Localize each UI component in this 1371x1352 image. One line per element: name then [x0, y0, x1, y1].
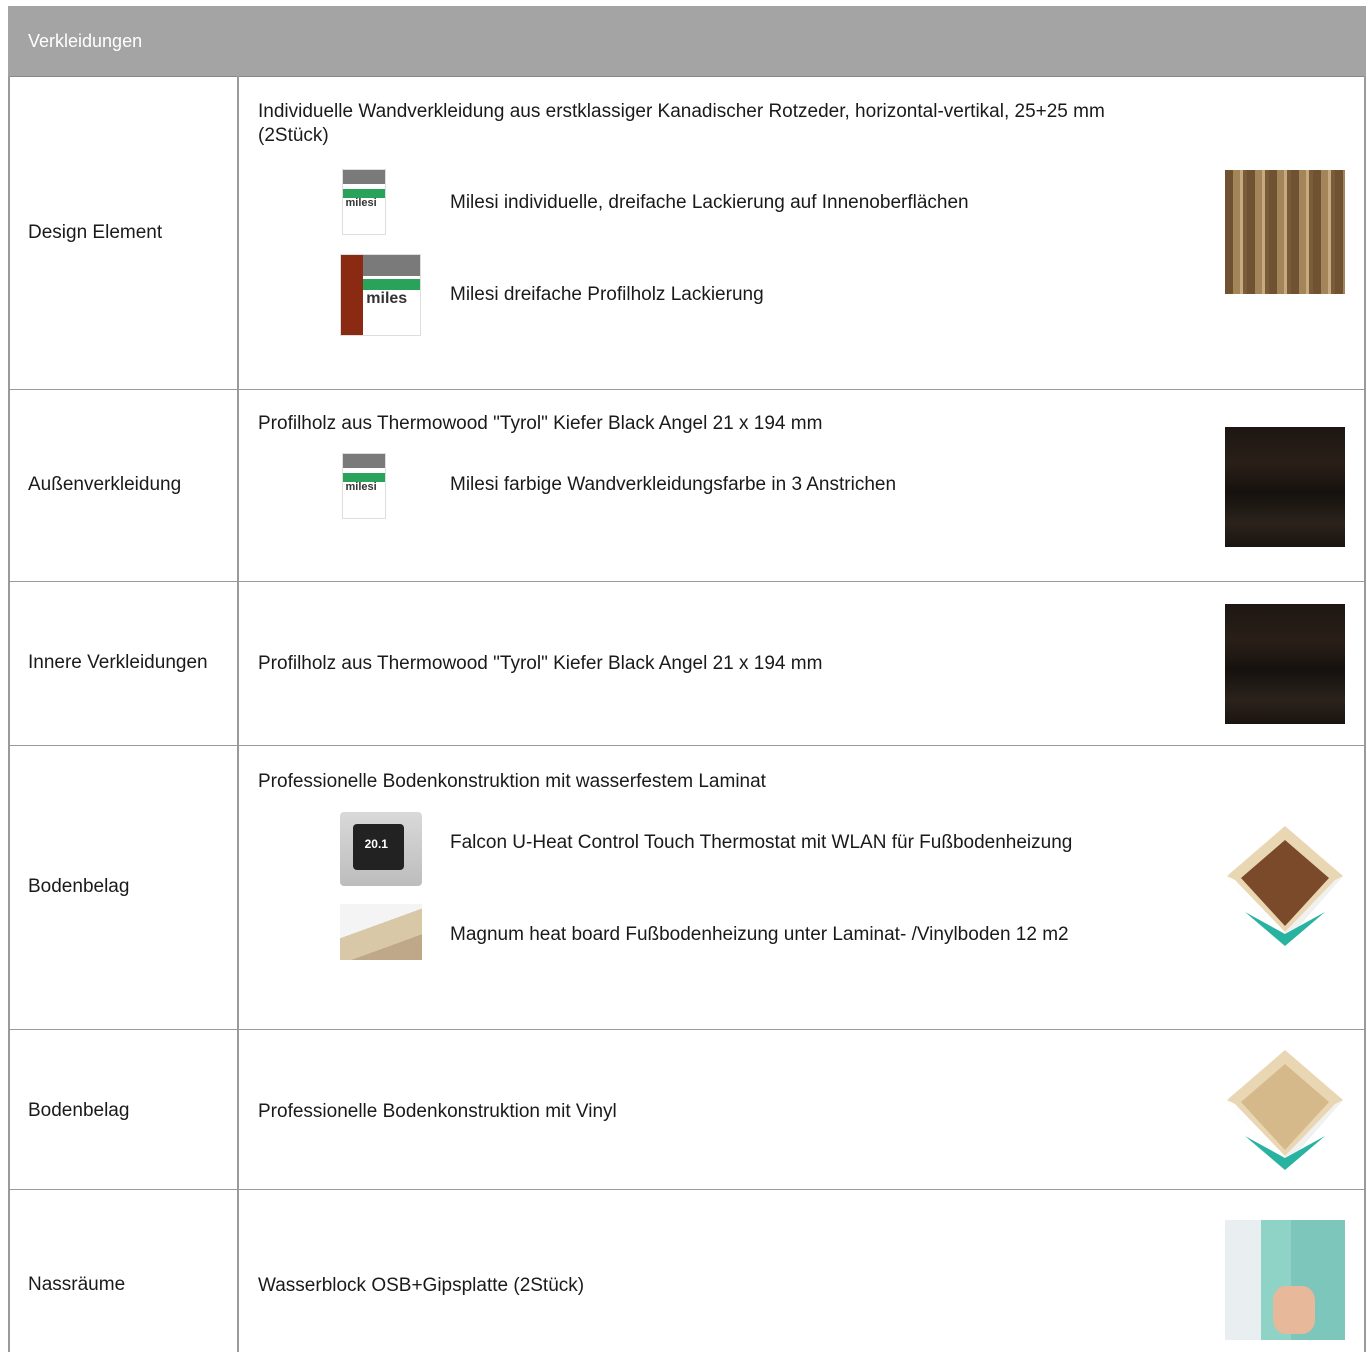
installer-hand — [1273, 1286, 1315, 1334]
row-label: Design Element — [28, 222, 163, 243]
row-label: Bodenbelag — [28, 876, 130, 897]
thermostat-icon: 20.1 — [340, 812, 422, 886]
row-description-line: (2Stück) — [258, 125, 329, 146]
sub-item-text: Milesi farbige Wandverkleidungsfarbe in … — [450, 474, 897, 495]
dark-wood-texture-image — [1225, 604, 1345, 724]
can-brand-text: milesi — [345, 480, 377, 493]
thermostat-display: 20.1 — [364, 837, 388, 852]
row-label: Bodenbelag — [28, 1100, 130, 1121]
row-description: Professionelle Bodenkonstruktion mit Vin… — [258, 1101, 617, 1122]
section-title: Verkleidungen — [28, 31, 143, 51]
table-row: Außenverkleidung Profilholz aus Thermowo… — [8, 390, 1366, 582]
sub-item-text: Milesi individuelle, dreifache Lackierun… — [450, 192, 969, 213]
milesi-paint-can-icon: milesi — [342, 169, 386, 235]
section-header: Verkleidungen — [8, 6, 1366, 77]
dark-wood-texture-image — [1225, 427, 1345, 547]
row-description: Professionelle Bodenkonstruktion mit was… — [258, 771, 766, 792]
row-description-line: Individuelle Wandverkleidung aus erstkla… — [258, 101, 1105, 122]
table-row: Innere Verkleidungen Profilholz aus Ther… — [8, 582, 1366, 746]
row-label: Nassräume — [28, 1274, 126, 1295]
row-description: Profilholz aus Thermowood "Tyrol" Kiefer… — [258, 413, 823, 434]
sub-item-text: Magnum heat board Fußbodenheizung unter … — [450, 924, 1069, 945]
cladding-table: Verkleidungen Design Element Individuell… — [8, 6, 1366, 1352]
heat-board-icon — [340, 904, 422, 960]
floor-construction-laminate-image — [1227, 826, 1343, 946]
row-label: Außenverkleidung — [28, 474, 182, 495]
table-row: Bodenbelag Professionelle Bodenkonstrukt… — [8, 746, 1366, 1030]
sub-item-text: Falcon U-Heat Control Touch Thermostat m… — [450, 832, 1073, 853]
row-description: Wasserblock OSB+Gipsplatte (2Stück) — [258, 1275, 585, 1296]
wet-room-board-image — [1225, 1220, 1345, 1340]
sub-item-text: Milesi dreifache Profilholz Lackierung — [450, 284, 764, 305]
milesi-paint-can-icon: milesi — [342, 453, 386, 519]
can-brand-text: milesi — [345, 196, 377, 209]
milesi-wood-paint-can-icon: miles — [340, 254, 421, 336]
table-row: Nassräume Wasserblock OSB+Gipsplatte (2S… — [8, 1190, 1366, 1352]
can-brand-text: miles — [366, 290, 408, 308]
cedar-slats-image — [1225, 170, 1345, 294]
table-row: Design Element Individuelle Wandverkleid… — [8, 76, 1366, 390]
table-row: Bodenbelag Professionelle Bodenkonstrukt… — [8, 1030, 1366, 1190]
row-description: Profilholz aus Thermowood "Tyrol" Kiefer… — [258, 653, 823, 674]
row-description: Individuelle Wandverkleidung aus erstkla… — [258, 100, 1105, 148]
row-label: Innere Verkleidungen — [28, 652, 208, 673]
floor-construction-vinyl-image — [1227, 1050, 1343, 1170]
can-label-band — [363, 279, 420, 291]
